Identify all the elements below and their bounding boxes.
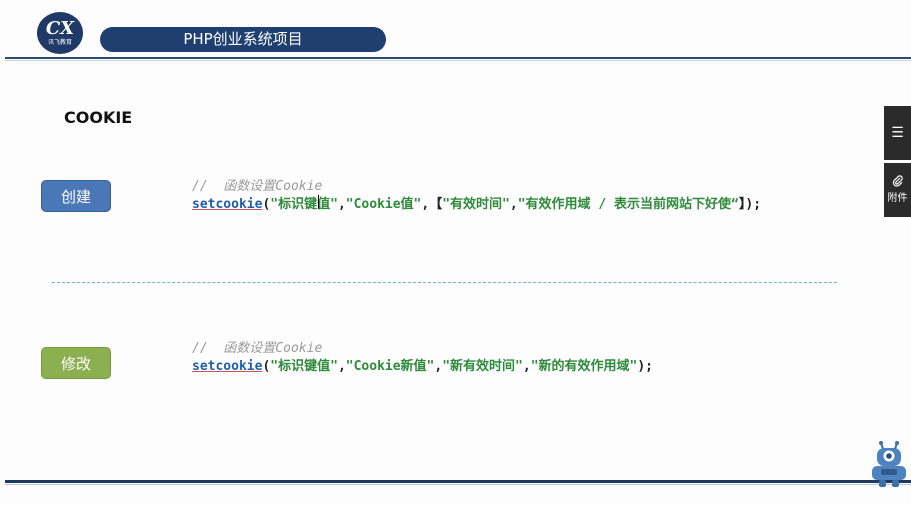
- paren-close: );: [637, 359, 654, 374]
- arg-value: "Cookie值": [345, 197, 422, 212]
- code-comment-create: // 函数设置Cookie: [192, 179, 323, 194]
- outline-tab[interactable]: ☰: [884, 106, 911, 160]
- list-icon: ☰: [891, 125, 904, 141]
- section-divider: [52, 282, 837, 283]
- comma: ,: [522, 359, 531, 374]
- arg-scope: "有效作用域 / 表示当前网站下好使“: [517, 197, 739, 212]
- footer-divider-thin: [5, 484, 911, 485]
- function-name: setcookie: [192, 359, 263, 374]
- side-panel: ☰ 附件: [884, 106, 911, 220]
- page-title: PHP创业系统项目: [100, 27, 386, 52]
- attachment-label: 附件: [887, 193, 908, 204]
- function-name: setcookie: [192, 197, 263, 212]
- arg-expire: "新有效时间": [442, 359, 523, 374]
- modify-button[interactable]: 修改: [41, 347, 111, 379]
- arg-scope: "新的有效作用域": [530, 359, 638, 374]
- code-comment-modify: // 函数设置Cookie: [192, 341, 323, 356]
- paperclip-icon: [892, 175, 904, 191]
- attachment-tab[interactable]: 附件: [884, 163, 911, 217]
- arg-value: "Cookie新值": [345, 359, 435, 374]
- robot-assistant-icon[interactable]: [869, 441, 909, 489]
- header-divider: [5, 57, 911, 59]
- arg-key: "标识键值": [270, 359, 338, 374]
- section-heading: COOKIE: [64, 108, 133, 127]
- logo-subtitle: 讯飞教育: [47, 38, 72, 46]
- create-button[interactable]: 创建: [41, 180, 111, 212]
- logo-mark: CX: [45, 17, 75, 39]
- optional-bracket-open: 【: [429, 197, 443, 212]
- footer-divider: [5, 480, 911, 483]
- arg-key: "标识键值": [270, 197, 338, 212]
- slide-canvas: CX 讯飞教育 PHP创业系统项目 COOKIE 创建 // 函数设置Cooki…: [0, 0, 911, 505]
- code-line-create: setcookie("标识键值","Cookie值",【"有效时间","有效作用…: [192, 196, 761, 214]
- brand-logo: CX 讯飞教育: [37, 12, 83, 54]
- paren-close: );: [745, 197, 762, 212]
- arg-expire: "有效时间": [442, 197, 510, 212]
- header-divider-thin: [5, 60, 911, 61]
- comma: ,: [337, 359, 346, 374]
- text-cursor-icon: [318, 195, 320, 209]
- code-line-modify: setcookie("标识键值","Cookie新值","新有效时间","新的有…: [192, 358, 653, 376]
- comma: ,: [509, 197, 518, 212]
- comma: ,: [337, 197, 346, 212]
